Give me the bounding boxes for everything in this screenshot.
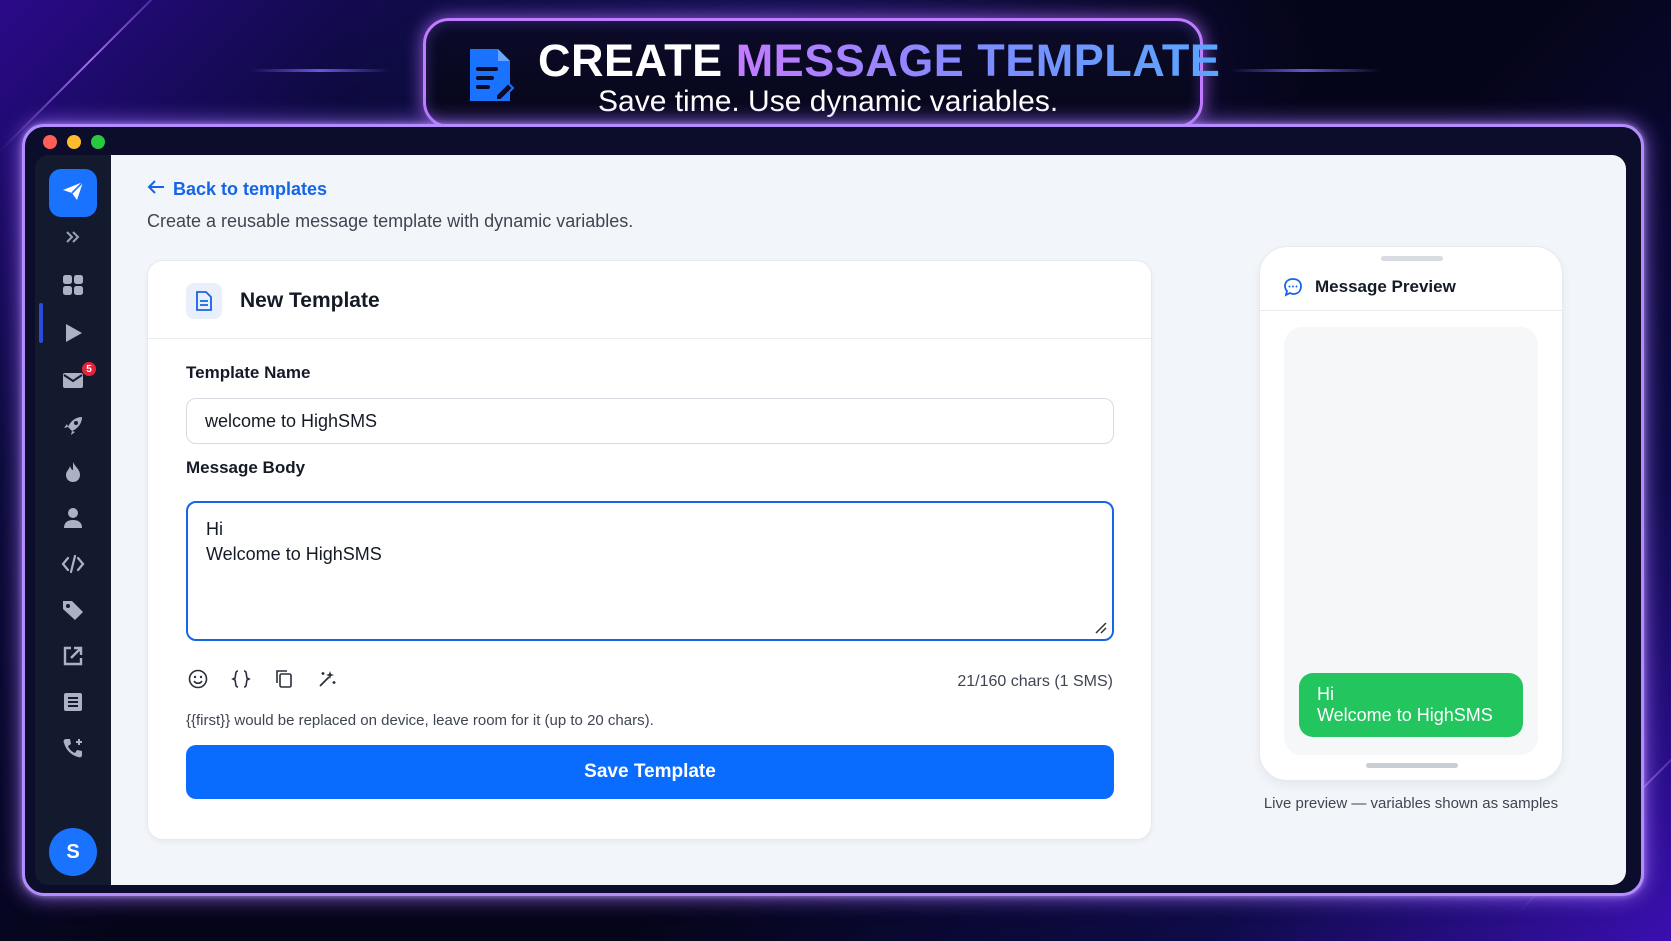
copy-button[interactable] <box>272 669 296 693</box>
preview-title: Message Preview <box>1315 277 1456 296</box>
phone-screen: Hi Welcome to HighSMS <box>1284 327 1538 755</box>
page-subtitle: Create a reusable message template with … <box>147 211 634 231</box>
rocket-icon <box>62 415 84 442</box>
header-banner: CREATE MESSAGE TEMPLATE Save time. Use d… <box>423 18 1220 128</box>
sidebar-item-messages[interactable] <box>61 370 85 394</box>
sidebar-item-tags[interactable] <box>61 600 85 624</box>
list-icon <box>62 691 84 718</box>
back-to-templates-link[interactable]: Back to templates <box>147 179 327 200</box>
app-logo-button[interactable] <box>49 169 97 217</box>
minimize-window-button[interactable] <box>67 135 81 149</box>
sparkles-icon <box>317 669 337 694</box>
light-streak <box>1230 69 1380 72</box>
variable-hint: {{first}} would be replaced on device, l… <box>186 712 654 729</box>
sidebar-item-calls[interactable] <box>61 738 85 762</box>
sidebar-item-api[interactable] <box>61 554 85 578</box>
phone-home-indicator <box>1366 763 1458 768</box>
document-icon <box>186 283 222 319</box>
banner-title: CREATE MESSAGE TEMPLATE <box>538 35 1221 86</box>
message-bubble: Hi Welcome to HighSMS <box>1299 673 1523 737</box>
message-body-textarea[interactable]: Hi Welcome to HighSMS <box>186 501 1114 641</box>
card-title: New Template <box>240 289 380 312</box>
message-preview-phone: Message Preview Hi Welcome to HighSMS <box>1259 246 1563 781</box>
banner-subtitle: Save time. Use dynamic variables. <box>598 85 1059 118</box>
emoji-button[interactable] <box>186 669 210 693</box>
template-name-input[interactable] <box>186 398 1114 444</box>
card-header: New Template <box>148 261 1151 339</box>
bubble-line: Hi <box>1317 684 1334 704</box>
light-streak <box>250 69 390 72</box>
window-controls <box>43 135 105 149</box>
main-content: Back to templates Create a reusable mess… <box>111 155 1626 885</box>
template-form-card: New Template Template Name Message Body … <box>147 260 1152 840</box>
phone-plus-icon <box>62 737 84 764</box>
sidebar-item-launch[interactable] <box>61 416 85 440</box>
play-icon <box>62 322 84 349</box>
resize-handle-icon[interactable] <box>1092 619 1108 635</box>
message-body-label: Message Body <box>186 458 306 477</box>
code-icon <box>61 553 85 580</box>
document-edit-icon <box>466 45 516 105</box>
chevron-double-right-icon <box>63 227 83 252</box>
app-window: 5 S Back to templates Create a reusable … <box>22 124 1644 896</box>
insert-variable-button[interactable] <box>229 669 253 693</box>
arrow-left-icon <box>147 179 165 200</box>
external-link-icon <box>62 645 84 672</box>
flame-icon <box>62 461 84 488</box>
sidebar-expand-button[interactable] <box>61 227 85 251</box>
sidebar: 5 S <box>35 155 111 885</box>
mail-icon <box>62 369 84 396</box>
back-link-label: Back to templates <box>173 179 328 199</box>
sidebar-item-hot[interactable] <box>61 461 85 488</box>
bubble-line: Welcome to HighSMS <box>1317 705 1493 725</box>
copy-icon <box>274 669 294 694</box>
user-icon <box>62 507 84 534</box>
sidebar-item-logs[interactable] <box>61 692 85 716</box>
character-count: 21/160 chars (1 SMS) <box>957 673 1113 690</box>
preview-header: Message Preview <box>1260 269 1562 311</box>
phone-notch <box>1381 256 1443 261</box>
chat-bubble-icon <box>1282 276 1304 298</box>
paper-plane-icon <box>61 179 85 208</box>
avatar[interactable]: S <box>49 828 97 876</box>
messages-badge: 5 <box>81 361 97 377</box>
sidebar-item-external[interactable] <box>61 646 85 670</box>
sidebar-item-dashboard[interactable] <box>61 274 85 301</box>
active-indicator <box>39 303 43 343</box>
variable-braces-icon <box>231 669 251 694</box>
sidebar-item-campaigns[interactable] <box>61 323 85 347</box>
close-window-button[interactable] <box>43 135 57 149</box>
preview-caption: Live preview — variables shown as sample… <box>1263 795 1559 812</box>
tag-icon <box>62 599 84 626</box>
maximize-window-button[interactable] <box>91 135 105 149</box>
ai-assist-button[interactable] <box>315 669 339 693</box>
emoji-icon <box>188 669 208 694</box>
save-template-button[interactable]: Save Template <box>186 745 1114 799</box>
grid-icon <box>62 274 84 301</box>
template-name-label: Template Name <box>186 363 311 382</box>
sidebar-item-contacts[interactable] <box>61 507 85 534</box>
